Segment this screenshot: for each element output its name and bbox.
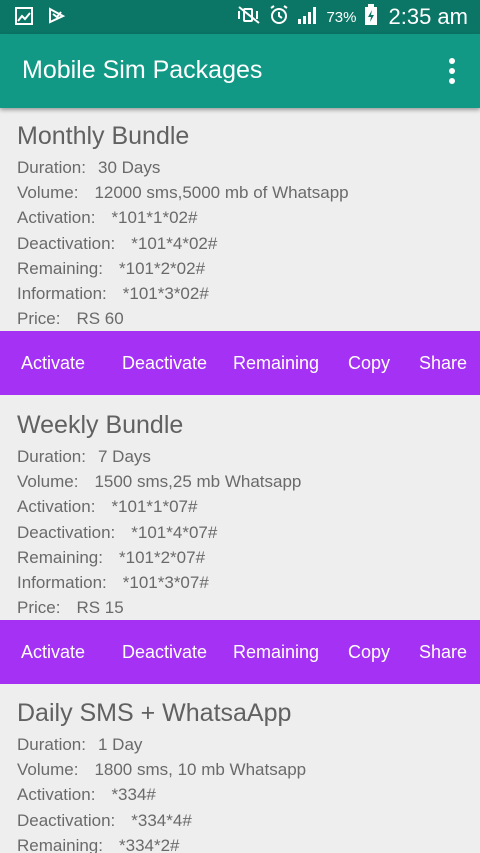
- download-icon: [46, 6, 66, 31]
- copy-button[interactable]: Copy: [348, 620, 390, 684]
- share-button[interactable]: Share: [419, 331, 467, 395]
- duration-row: Duration: 7 Days: [17, 447, 151, 466]
- information-row: Information: *101*3*02#: [17, 284, 209, 303]
- signal-icon: [297, 5, 319, 29]
- remaining-row: Remaining: *334*2#: [17, 836, 180, 853]
- alarm-icon: [268, 4, 290, 30]
- activate-button[interactable]: Activate: [21, 331, 85, 395]
- app-title: Mobile Sim Packages: [22, 56, 263, 84]
- mute-vibrate-icon: [237, 5, 261, 29]
- price-row: Price: RS 60: [17, 309, 124, 328]
- duration-row: Duration: 30 Days: [17, 158, 161, 177]
- volume-row: Volume: 12000 sms,5000 mb of Whatsapp: [17, 183, 349, 202]
- remaining-row: Remaining: *101*2*07#: [17, 548, 206, 567]
- gallery-icon: [14, 6, 34, 31]
- duration-row: Duration: 1 Day: [17, 735, 143, 754]
- deactivation-row: Deactivation: *334*4#: [17, 811, 192, 830]
- clock: 2:35 am: [388, 4, 469, 29]
- package-title: Monthly Bundle: [17, 122, 190, 150]
- deactivation-row: Deactivation: *101*4*07#: [17, 523, 218, 542]
- activation-row: Activation: *101*1*07#: [17, 497, 198, 516]
- action-bar: Activate Deactivate Remaining Copy Share: [0, 331, 480, 395]
- battery-level: 73%: [326, 8, 357, 26]
- information-row: Information: *101*3*07#: [17, 573, 209, 592]
- deactivate-button[interactable]: Deactivate: [122, 331, 207, 395]
- deactivate-button[interactable]: Deactivate: [122, 620, 207, 684]
- remaining-row: Remaining: *101*2*02#: [17, 259, 206, 278]
- volume-row: Volume: 1800 sms, 10 mb Whatsapp: [17, 760, 307, 779]
- remaining-button[interactable]: Remaining: [233, 620, 319, 684]
- action-bar: Activate Deactivate Remaining Copy Share: [0, 620, 480, 684]
- deactivation-row: Deactivation: *101*4*02#: [17, 234, 218, 253]
- volume-row: Volume: 1500 sms,25 mb Whatsapp: [17, 472, 302, 491]
- battery-charging-icon: [364, 4, 378, 30]
- status-bar: 73% 2:35 am: [0, 0, 480, 34]
- share-button[interactable]: Share: [419, 620, 467, 684]
- package-list[interactable]: Monthly Bundle Duration: 30 Days Volume: 1…: [0, 108, 480, 853]
- package-title: Weekly Bundle: [17, 411, 184, 439]
- remaining-button[interactable]: Remaining: [233, 331, 319, 395]
- activate-button[interactable]: Activate: [21, 620, 85, 684]
- copy-button[interactable]: Copy: [348, 331, 390, 395]
- overflow-menu-icon[interactable]: [446, 58, 458, 84]
- activation-row: Activation: *101*1*02#: [17, 208, 198, 227]
- app-bar: Mobile Sim Packages: [0, 34, 480, 108]
- price-row: Price: RS 15: [17, 598, 124, 617]
- activation-row: Activation: *334#: [17, 785, 156, 804]
- package-title: Daily SMS + WhatsaApp: [17, 699, 292, 727]
